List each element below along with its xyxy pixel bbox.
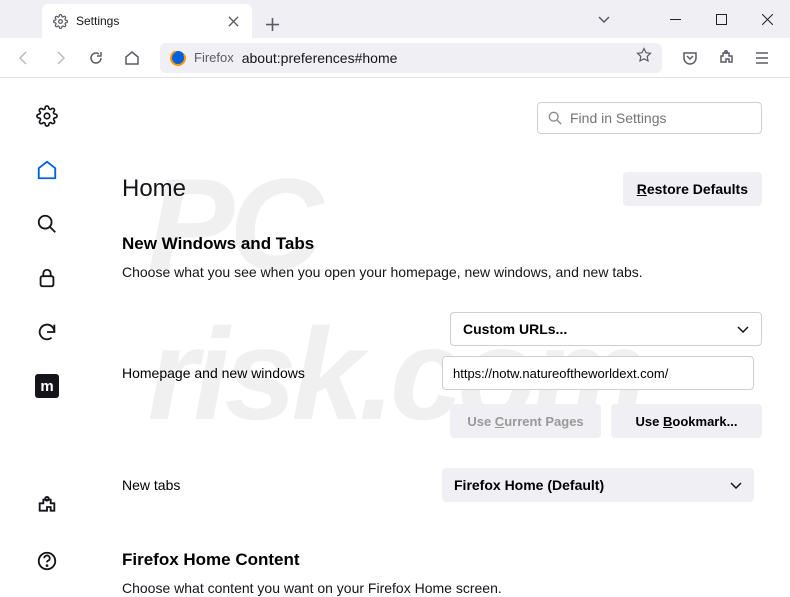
sidebar-item-privacy[interactable] bbox=[31, 262, 63, 294]
tabs-dropdown-button[interactable] bbox=[598, 10, 610, 28]
firefox-icon bbox=[170, 50, 186, 66]
section2-title: Firefox Home Content bbox=[122, 550, 762, 570]
chevron-down-icon bbox=[737, 326, 749, 333]
sidebar-item-sync[interactable] bbox=[31, 316, 63, 348]
settings-sidebar: m bbox=[0, 78, 94, 597]
homepage-select[interactable]: Custom URLs... bbox=[450, 312, 762, 346]
home-button[interactable] bbox=[116, 42, 148, 74]
homepage-select-value: Custom URLs... bbox=[463, 321, 567, 337]
search-icon bbox=[548, 111, 562, 125]
menu-button[interactable] bbox=[746, 42, 778, 74]
newtabs-select[interactable]: Firefox Home (Default) bbox=[442, 468, 754, 502]
homepage-url-input[interactable] bbox=[442, 356, 754, 390]
url-label: Firefox bbox=[194, 50, 234, 65]
page-heading: Home bbox=[122, 175, 186, 203]
restore-defaults-button[interactable]: Restore Defaults bbox=[623, 172, 762, 206]
reload-button[interactable] bbox=[80, 42, 112, 74]
pocket-button[interactable] bbox=[674, 42, 706, 74]
close-window-button[interactable] bbox=[744, 0, 790, 38]
chevron-down-icon bbox=[730, 482, 742, 489]
sidebar-item-search[interactable] bbox=[31, 208, 63, 240]
bookmark-star-icon[interactable] bbox=[636, 47, 652, 68]
settings-content: Home Restore Defaults New Windows and Ta… bbox=[94, 78, 790, 597]
section2-desc: Choose what content you want on your Fir… bbox=[122, 580, 762, 596]
section-desc: Choose what you see when you open your h… bbox=[122, 264, 762, 280]
back-button[interactable] bbox=[8, 42, 40, 74]
toolbar: Firefox about:preferences#home bbox=[0, 38, 790, 78]
extensions-button[interactable] bbox=[710, 42, 742, 74]
sidebar-item-more[interactable]: m bbox=[31, 370, 63, 402]
maximize-button[interactable] bbox=[698, 0, 744, 38]
newtabs-select-value: Firefox Home (Default) bbox=[454, 477, 604, 493]
forward-button[interactable] bbox=[44, 42, 76, 74]
browser-tab[interactable]: Settings bbox=[42, 4, 252, 38]
gear-icon bbox=[52, 13, 68, 29]
use-current-pages-button[interactable]: Use Current Pages bbox=[450, 404, 601, 438]
close-icon[interactable] bbox=[224, 12, 242, 30]
section-title: New Windows and Tabs bbox=[122, 234, 762, 254]
url-text: about:preferences#home bbox=[242, 50, 628, 66]
find-settings-input[interactable] bbox=[537, 102, 762, 134]
sidebar-item-home[interactable] bbox=[31, 154, 63, 186]
tab-bar: Settings bbox=[0, 0, 790, 38]
new-tab-button[interactable] bbox=[258, 10, 286, 38]
homepage-label: Homepage and new windows bbox=[122, 365, 442, 381]
newtabs-label: New tabs bbox=[122, 477, 442, 493]
tab-title: Settings bbox=[76, 14, 216, 28]
window-controls bbox=[652, 0, 790, 38]
sidebar-item-extensions[interactable] bbox=[31, 491, 63, 523]
sidebar-item-general[interactable] bbox=[31, 100, 63, 132]
sidebar-item-help[interactable] bbox=[31, 545, 63, 577]
minimize-button[interactable] bbox=[652, 0, 698, 38]
find-settings-field[interactable] bbox=[570, 110, 751, 126]
url-bar[interactable]: Firefox about:preferences#home bbox=[160, 43, 662, 73]
use-bookmark-button[interactable]: Use Bookmark... bbox=[611, 404, 762, 438]
